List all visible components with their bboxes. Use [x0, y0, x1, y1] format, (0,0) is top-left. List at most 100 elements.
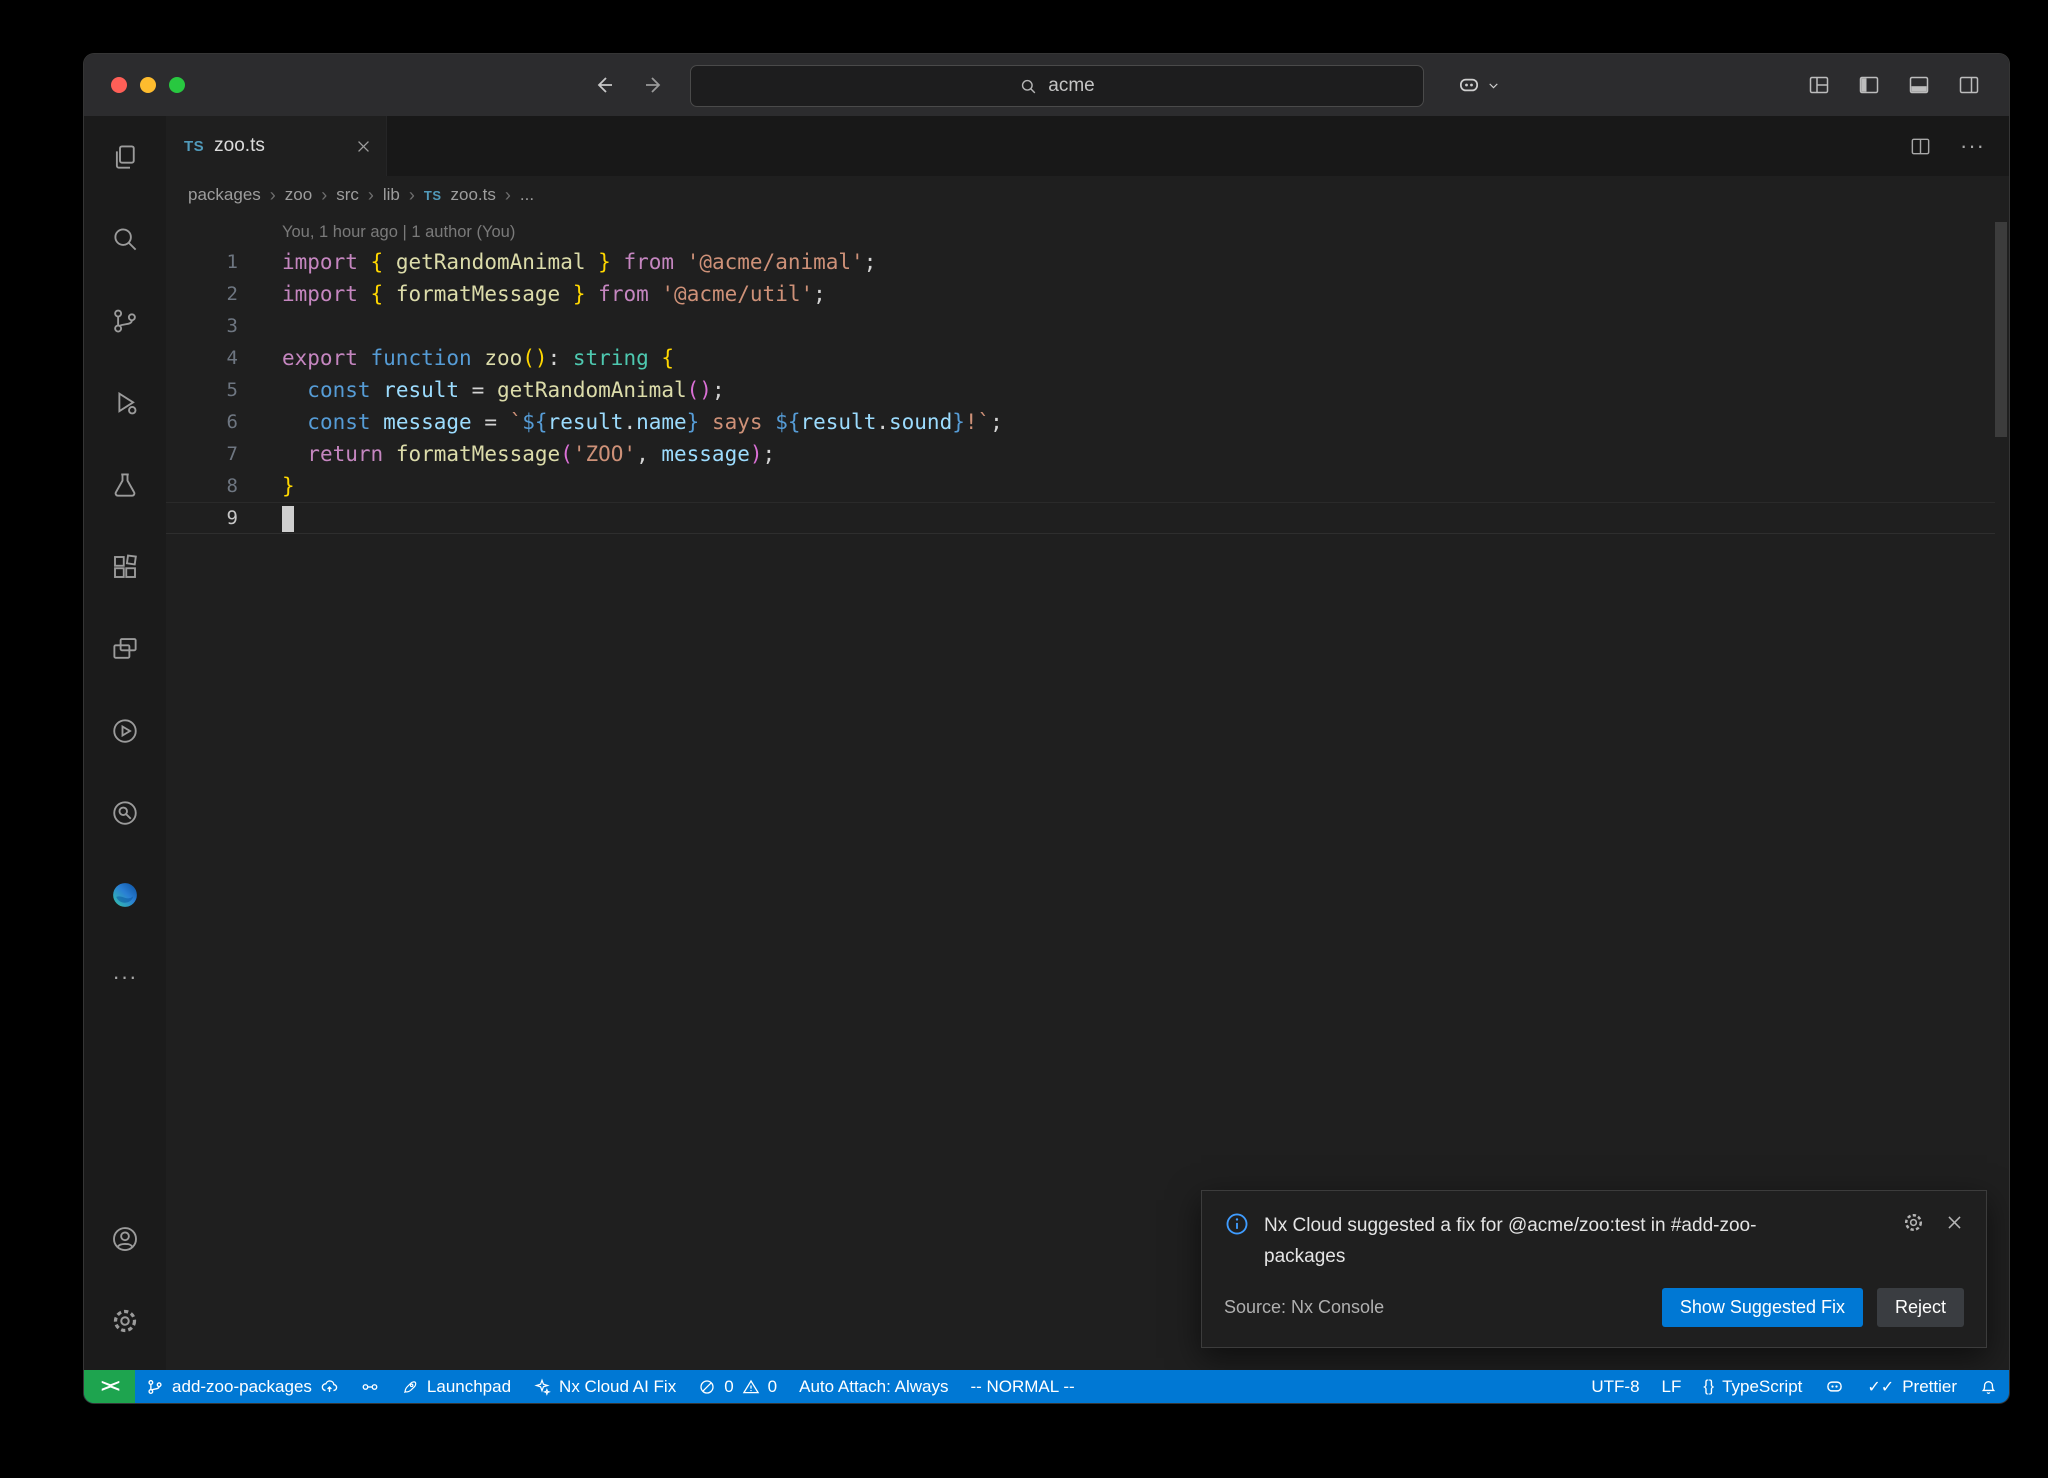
- vscode-window: acme: [83, 53, 2010, 1404]
- git-blame-lens[interactable]: You, 1 hour ago | 1 author (You): [282, 218, 515, 246]
- reject-button[interactable]: Reject: [1877, 1288, 1964, 1327]
- minimize-window-button[interactable]: [140, 77, 156, 93]
- notification-close-icon[interactable]: [1945, 1213, 1964, 1232]
- source-control-icon[interactable]: [84, 280, 166, 362]
- nx-console-icon[interactable]: [84, 690, 166, 772]
- double-check-icon: ✓✓: [1867, 1377, 1894, 1397]
- remote-explorer-icon[interactable]: [84, 608, 166, 690]
- back-icon[interactable]: [592, 73, 616, 97]
- settings-gear-icon[interactable]: [84, 1280, 166, 1362]
- nx-cloud-ai-fix-item[interactable]: Nx Cloud AI Fix: [522, 1370, 687, 1403]
- remote-indicator[interactable]: ><: [84, 1370, 135, 1403]
- more-views-icon[interactable]: ···: [84, 936, 166, 1018]
- prettier-item[interactable]: ✓✓ Prettier: [1856, 1370, 1968, 1403]
- tab-zoo-ts[interactable]: TS zoo.ts: [166, 116, 387, 176]
- code-line[interactable]: export function zoo(): string {: [282, 342, 674, 374]
- breadcrumb-item-lib[interactable]: lib: [383, 185, 400, 205]
- tab-label: zoo.ts: [214, 135, 265, 157]
- workflow-status-item[interactable]: [350, 1370, 390, 1403]
- split-editor-icon[interactable]: [1909, 135, 1932, 158]
- toggle-secondary-sidebar-icon[interactable]: [1957, 73, 1981, 97]
- line-number: 3: [166, 310, 238, 342]
- code-line[interactable]: }: [282, 470, 295, 502]
- encoding-item[interactable]: UTF-8: [1580, 1370, 1650, 1403]
- code-line[interactable]: import { formatMessage } from '@acme/uti…: [282, 278, 826, 310]
- warnings-icon: [742, 1378, 760, 1396]
- code-area: You, 1 hour ago | 1 author (You) 1 import …: [166, 218, 1995, 534]
- scrollbar[interactable]: [1995, 222, 2007, 437]
- notification-message: Nx Cloud suggested a fix for @acme/zoo:t…: [1264, 1211, 1824, 1272]
- notification-header: Nx Cloud suggested a fix for @acme/zoo:t…: [1224, 1211, 1964, 1272]
- workflow-icon: [361, 1378, 379, 1396]
- notification-source: Source: Nx Console: [1224, 1297, 1384, 1318]
- typescript-file-icon: TS: [184, 138, 204, 155]
- testing-icon[interactable]: [84, 444, 166, 526]
- workbench-body: ··· TS zoo.ts: [84, 116, 2009, 1370]
- toggle-primary-sidebar-icon[interactable]: [1857, 73, 1881, 97]
- inspect-icon[interactable]: [84, 772, 166, 854]
- code-line[interactable]: return formatMessage('ZOO', message);: [282, 438, 775, 470]
- run-debug-icon[interactable]: [84, 362, 166, 444]
- line-number: 1: [166, 246, 238, 278]
- status-bar: >< add-zoo-packages Launchpad Nx: [84, 1370, 2009, 1403]
- line-number: 8: [166, 470, 238, 502]
- line-number: 7: [166, 438, 238, 470]
- rocket-icon: [401, 1378, 419, 1396]
- breadcrumb-item-file[interactable]: zoo.ts: [451, 185, 496, 205]
- notification-actions: [1902, 1211, 1964, 1234]
- editor-actions: ···: [1909, 116, 1985, 176]
- breadcrumb-item-src[interactable]: src: [336, 185, 359, 205]
- vim-mode-item[interactable]: -- NORMAL --: [959, 1370, 1085, 1403]
- breadcrumb-item-symbols[interactable]: ...: [520, 185, 534, 205]
- auto-attach-item[interactable]: Auto Attach: Always: [788, 1370, 959, 1403]
- code-line[interactable]: const result = getRandomAnimal();: [282, 374, 725, 406]
- eol-item[interactable]: LF: [1651, 1370, 1693, 1403]
- branch-item[interactable]: add-zoo-packages: [135, 1370, 350, 1403]
- info-icon: [1224, 1211, 1250, 1237]
- breadcrumb-item-packages[interactable]: packages: [188, 185, 261, 205]
- forward-icon[interactable]: [642, 73, 666, 97]
- breadcrumb-item-zoo[interactable]: zoo: [285, 185, 312, 205]
- notification-toast: Nx Cloud suggested a fix for @acme/zoo:t…: [1201, 1190, 1987, 1348]
- account-icon[interactable]: [84, 1198, 166, 1280]
- copilot-menu-button[interactable]: [1456, 72, 1500, 98]
- copilot-status-item[interactable]: [1813, 1370, 1856, 1403]
- show-suggested-fix-button[interactable]: Show Suggested Fix: [1662, 1288, 1863, 1327]
- notification-settings-gear-icon[interactable]: [1902, 1211, 1925, 1234]
- line-number: 2: [166, 278, 238, 310]
- search-icon[interactable]: [84, 198, 166, 280]
- code-line[interactable]: import { getRandomAnimal } from '@acme/a…: [282, 246, 876, 278]
- nx-cloud-ai-fix-label: Nx Cloud AI Fix: [559, 1377, 676, 1397]
- explorer-icon[interactable]: [84, 116, 166, 198]
- line-number: 6: [166, 406, 238, 438]
- code-line[interactable]: [282, 502, 294, 534]
- line-number: 9: [166, 502, 238, 534]
- extensions-icon[interactable]: [84, 526, 166, 608]
- sparkle-icon: [533, 1378, 551, 1396]
- activity-bar: ···: [84, 116, 166, 1370]
- launchpad-item[interactable]: Launchpad: [390, 1370, 522, 1403]
- customize-layout-icon[interactable]: [1807, 73, 1831, 97]
- toggle-panel-icon[interactable]: [1907, 73, 1931, 97]
- notification-footer: Source: Nx Console Show Suggested Fix Re…: [1224, 1288, 1964, 1327]
- zoom-window-button[interactable]: [169, 77, 185, 93]
- line-number: 5: [166, 374, 238, 406]
- braces-icon: {}: [1703, 1378, 1714, 1396]
- language-mode-item[interactable]: {} TypeScript: [1692, 1370, 1813, 1403]
- code-line[interactable]: const message = `${result.name} says ${r…: [282, 406, 1003, 438]
- language-label: TypeScript: [1722, 1377, 1802, 1397]
- close-tab-icon[interactable]: [355, 138, 372, 155]
- editor[interactable]: You, 1 hour ago | 1 author (You) 1 import …: [166, 214, 2009, 1370]
- gutter-cell: [166, 218, 238, 246]
- chevron-right-icon: ›: [368, 185, 374, 206]
- chevron-right-icon: ›: [270, 185, 276, 206]
- problems-item[interactable]: 0 0: [687, 1370, 788, 1403]
- edge-browser-icon[interactable]: [84, 854, 166, 936]
- titlebar: acme: [84, 54, 2009, 116]
- close-window-button[interactable]: [111, 77, 127, 93]
- more-actions-icon[interactable]: ···: [1960, 135, 1985, 157]
- notifications-bell-item[interactable]: [1968, 1370, 2009, 1403]
- breadcrumb: packages › zoo › src › lib › TS zoo.ts ›…: [166, 176, 2009, 214]
- copilot-icon: [1456, 72, 1482, 98]
- command-center-search[interactable]: acme: [690, 65, 1424, 107]
